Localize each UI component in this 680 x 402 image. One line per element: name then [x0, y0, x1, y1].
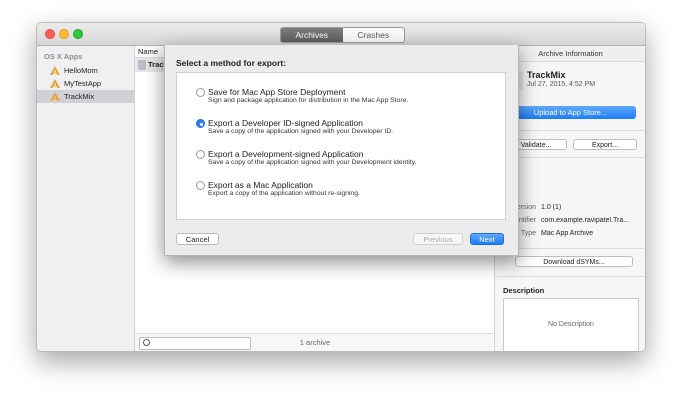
- archive-count: 1 archive: [299, 338, 331, 347]
- export-sheet-title: Select a method for export:: [176, 58, 287, 68]
- sidebar-item-trackmix[interactable]: TrackMix: [37, 90, 134, 103]
- export-button[interactable]: Export...: [573, 139, 637, 150]
- list-bottom-bar: 1 archive: [135, 333, 493, 351]
- description-heading: Description: [503, 286, 545, 295]
- option-title: Export a Developer ID-signed Application: [208, 118, 363, 128]
- option-description: Save a copy of the application signed wi…: [208, 128, 394, 135]
- detail-value-identifier: com.example.ravipatel.Tra...: [541, 217, 630, 224]
- option-title: Export a Development-signed Application: [208, 149, 364, 159]
- segment-crashes[interactable]: Crashes: [343, 28, 405, 42]
- option-development-signed[interactable]: Export a Development-signed Application …: [196, 148, 496, 172]
- sidebar-item-label: TrackMix: [64, 92, 95, 101]
- app-icon: [50, 79, 60, 88]
- divider: [495, 276, 645, 277]
- upload-to-app-store-button[interactable]: Upload to App Store...: [505, 106, 636, 119]
- option-mac-app-store[interactable]: Save for Mac App Store Deployment Sign a…: [196, 86, 496, 110]
- sidebar: OS X Apps HelloMom MyTestApp TrackMix: [37, 46, 135, 351]
- option-description: Save a copy of the application signed wi…: [208, 159, 417, 166]
- segmented-control: Archives Crashes: [280, 27, 405, 43]
- description-field[interactable]: No Description: [503, 298, 639, 351]
- option-mac-application[interactable]: Export as a Mac Application Export a cop…: [196, 179, 496, 203]
- radio-button[interactable]: [196, 150, 205, 159]
- radio-button-selected[interactable]: [196, 119, 205, 128]
- radio-button[interactable]: [196, 181, 205, 190]
- sidebar-item-mytestapp[interactable]: MyTestApp: [37, 77, 134, 90]
- export-options-box: Save for Mac App Store Deployment Sign a…: [176, 72, 506, 220]
- segment-archives[interactable]: Archives: [281, 28, 343, 42]
- download-dsyms-button[interactable]: Download dSYMs...: [515, 256, 633, 267]
- archive-app-name: TrackMix: [527, 70, 566, 80]
- option-developer-id[interactable]: Export a Developer ID-signed Application…: [196, 117, 496, 141]
- radio-button[interactable]: [196, 88, 205, 97]
- option-description: Sign and package application for distrib…: [208, 97, 409, 104]
- sidebar-item-label: MyTestApp: [64, 79, 102, 88]
- previous-button[interactable]: Previous: [413, 233, 463, 245]
- cancel-button[interactable]: Cancel: [176, 233, 219, 245]
- filter-field[interactable]: [139, 337, 251, 350]
- sidebar-heading: OS X Apps: [44, 52, 83, 61]
- next-button[interactable]: Next: [470, 233, 504, 245]
- filter-icon: [143, 339, 150, 346]
- description-placeholder: No Description: [548, 321, 594, 328]
- app-icon: [50, 66, 60, 75]
- option-description: Export a copy of the application without…: [208, 190, 360, 197]
- archive-app-date: Jul 27, 2015, 4:52 PM: [527, 81, 596, 88]
- app-icon: [50, 92, 60, 101]
- archive-icon: [138, 60, 146, 70]
- column-header-label: Name: [138, 47, 159, 56]
- sidebar-item-label: HelloMom: [64, 66, 98, 75]
- export-sheet: Select a method for export: Save for Mac…: [164, 45, 519, 256]
- option-title: Save for Mac App Store Deployment: [208, 87, 346, 97]
- zoom-button[interactable]: [73, 29, 83, 39]
- detail-value-type: Mac App Archive: [541, 230, 594, 237]
- sidebar-item-hellomom[interactable]: HelloMom: [37, 64, 134, 77]
- option-title: Export as a Mac Application: [208, 180, 313, 190]
- minimize-button[interactable]: [59, 29, 69, 39]
- title-bar: Archives Crashes: [37, 23, 645, 46]
- close-button[interactable]: [45, 29, 55, 39]
- detail-value-version: 1.0 (1): [541, 204, 562, 211]
